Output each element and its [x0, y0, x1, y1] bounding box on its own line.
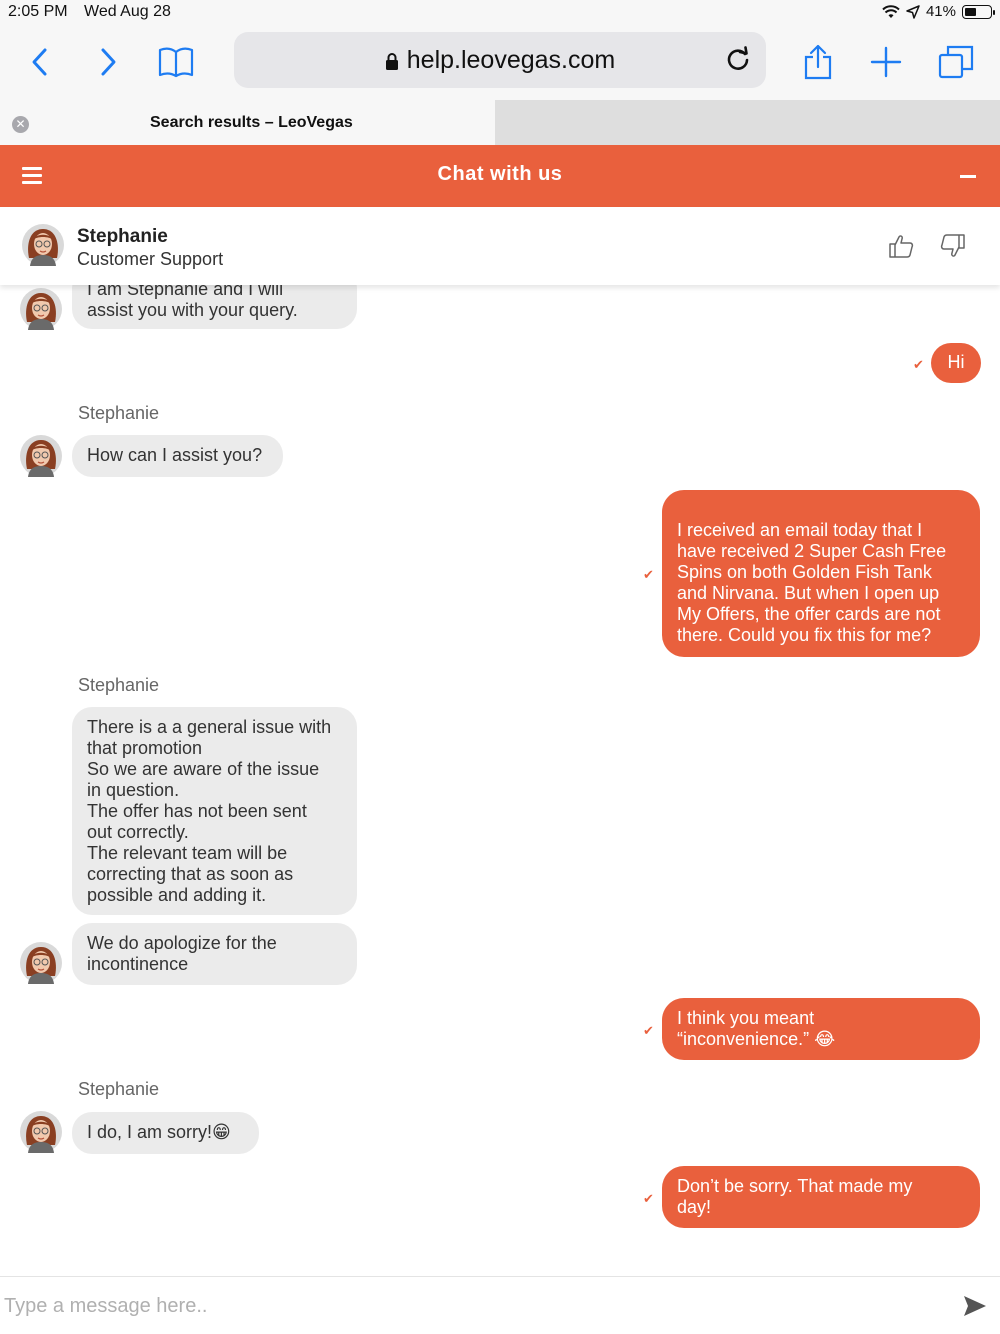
- reload-icon: [727, 46, 749, 70]
- lock-icon: [385, 52, 398, 70]
- agent-message: There is a a general issue with that pro…: [72, 707, 357, 915]
- agent-role: Customer Support: [77, 249, 224, 269]
- user-message: Don’t be sorry. That made my day!: [662, 1166, 980, 1228]
- user-message: Hi: [931, 343, 981, 383]
- agent-message: I am Stephanie and I will assist you wit…: [72, 285, 357, 329]
- tab-bar: ✕ Search results – LeoVegas: [0, 100, 1000, 145]
- chevron-right-icon: [101, 48, 116, 76]
- tab-empty[interactable]: [495, 100, 1000, 145]
- status-date: Wed Aug 28: [84, 3, 171, 20]
- user-message: I think you meant “inconvenience.” 😂: [662, 998, 980, 1060]
- user-message: I received an email today that I have re…: [662, 490, 980, 657]
- status-bar: 2:05 PM Wed Aug 28 41%: [0, 0, 1000, 26]
- message-input[interactable]: [4, 1287, 904, 1325]
- delivered-check-icon: ✔: [913, 357, 924, 372]
- chat-title: Chat with us: [437, 163, 563, 185]
- agent-message: How can I assist you?: [72, 435, 283, 477]
- bookmarks-button[interactable]: [154, 40, 198, 84]
- thumbs-down-icon[interactable]: [940, 233, 966, 259]
- address-bar[interactable]: help.leovegas.com: [234, 32, 766, 88]
- close-tab-icon[interactable]: ✕: [12, 116, 29, 133]
- share-button[interactable]: [796, 40, 840, 84]
- tabs-button[interactable]: [934, 40, 978, 84]
- location-arrow-icon: [906, 4, 920, 19]
- forward-button[interactable]: [86, 40, 130, 84]
- agent-avatar: [20, 435, 62, 477]
- tab-search-results[interactable]: ✕ Search results – LeoVegas: [0, 100, 495, 145]
- agent-avatar: [20, 942, 62, 984]
- agent-header: Stephanie Customer Support: [0, 207, 1000, 285]
- chat-messages: I am Stephanie and I will assist you wit…: [0, 285, 1000, 1275]
- battery-percent: 41%: [925, 3, 956, 20]
- message-composer: [0, 1276, 1000, 1334]
- plus-icon: [870, 46, 902, 78]
- chevron-left-icon: [32, 48, 47, 76]
- back-button[interactable]: [18, 40, 62, 84]
- reload-button[interactable]: [724, 46, 752, 74]
- tabs-icon: [938, 45, 974, 79]
- minimize-icon[interactable]: [960, 175, 976, 178]
- delivered-check-icon: ✔: [643, 1023, 654, 1038]
- sender-name: Stephanie: [78, 403, 160, 423]
- agent-message: I do, I am sorry!😁: [72, 1112, 259, 1154]
- delivered-check-icon: ✔: [643, 1191, 654, 1206]
- wifi-icon: [882, 4, 900, 18]
- new-tab-button[interactable]: [864, 40, 908, 84]
- status-indicators: 41%: [882, 3, 995, 20]
- sender-name: Stephanie: [78, 1079, 160, 1099]
- url-text: help.leovegas.com: [406, 46, 616, 74]
- agent-avatar: [20, 1111, 62, 1153]
- book-icon: [158, 47, 194, 78]
- tab-title: Search results – LeoVegas: [150, 114, 353, 131]
- agent-avatar: [20, 288, 62, 330]
- battery-icon: [962, 4, 995, 19]
- status-time: 2:05 PM: [8, 3, 68, 20]
- sender-name: Stephanie: [78, 675, 160, 695]
- thumbs-up-icon[interactable]: [888, 233, 914, 259]
- share-icon: [804, 44, 832, 80]
- agent-message: We do apologize for the incontinence: [72, 923, 357, 985]
- send-icon[interactable]: [962, 1293, 988, 1319]
- browser-toolbar: help.leovegas.com: [0, 26, 1000, 100]
- delivered-check-icon: ✔: [643, 567, 654, 582]
- agent-name: Stephanie: [77, 226, 168, 247]
- agent-avatar: [22, 224, 64, 266]
- chat-header: Chat with us: [0, 145, 1000, 207]
